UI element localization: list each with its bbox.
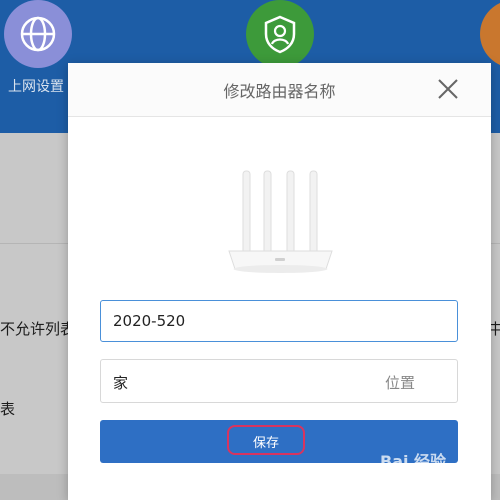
router-icon xyxy=(223,165,338,277)
background-list-text: 不允许列表 xyxy=(0,320,76,338)
close-icon[interactable] xyxy=(437,78,459,100)
dialog-header: 修改路由器名称 xyxy=(68,63,491,117)
background-list-text: 表 xyxy=(0,400,16,418)
router-name-input[interactable] xyxy=(100,300,458,342)
location-label: 位置 xyxy=(384,374,415,392)
globe-icon xyxy=(4,0,72,68)
dialog-title: 修改路由器名称 xyxy=(223,82,336,101)
circle-icon xyxy=(480,0,500,68)
page: 上网设置 不允许列表 表 中 修改路由器名称 2020-520 家 位置 保存 … xyxy=(0,0,500,500)
location-field[interactable]: 家 位置 xyxy=(100,359,458,403)
nav-item-other[interactable] xyxy=(480,0,500,68)
location-value: 家 xyxy=(113,374,129,392)
rename-router-dialog: 修改路由器名称 家 位 xyxy=(68,63,491,500)
nav-item-security[interactable] xyxy=(245,0,315,68)
watermark: Bai 经验 xyxy=(380,452,447,471)
shield-user-icon xyxy=(246,0,314,68)
